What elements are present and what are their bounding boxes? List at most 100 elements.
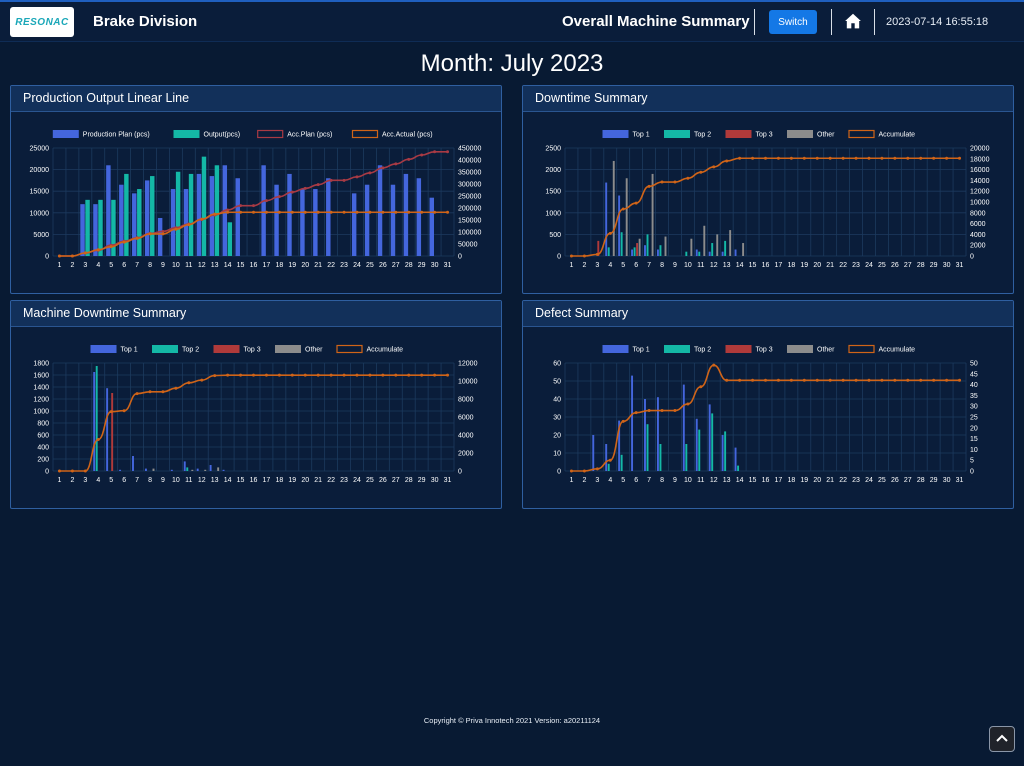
y2-tick-label: 8000: [458, 397, 474, 404]
line-point: [161, 390, 165, 394]
y2-tick-label: 150000: [458, 218, 481, 225]
downtime-summary-panel: Downtime Summary 0 500 1000 1500 2000 2500 0 20…: [522, 85, 1014, 294]
x-tick-label: 28: [405, 262, 413, 269]
bar: [592, 435, 595, 471]
line-point: [789, 156, 793, 160]
x-tick-label: 22: [327, 262, 335, 269]
line-point: [686, 176, 690, 180]
bar: [201, 156, 207, 256]
bar: [98, 199, 103, 256]
line-point: [634, 411, 638, 415]
y-tick-label: 20000: [30, 167, 50, 174]
legend-swatch: [351, 129, 379, 139]
bar: [144, 468, 147, 471]
bar: [721, 251, 724, 256]
x-tick-label: 19: [288, 262, 296, 269]
company-logo[interactable]: RESONAC: [10, 7, 74, 37]
line-point: [634, 201, 638, 205]
y-tick-label: 0: [557, 469, 561, 476]
x-tick-label: 27: [904, 262, 912, 269]
bar: [93, 372, 96, 471]
x-tick-label: 10: [172, 477, 180, 484]
y-tick-label: 1000: [545, 210, 561, 217]
y2-tick-label: 30: [970, 404, 978, 411]
x-tick-label: 21: [314, 477, 322, 484]
x-tick-label: 26: [379, 262, 387, 269]
bar: [708, 251, 711, 256]
line-point: [958, 378, 962, 382]
line-point: [893, 156, 897, 160]
y2-tick-label: 8000: [970, 210, 986, 217]
bar: [106, 165, 111, 256]
x-tick-label: 26: [891, 477, 899, 484]
x-tick-label: 3: [595, 262, 599, 269]
line-point: [433, 150, 437, 154]
line-point: [96, 248, 100, 252]
legend-swatch: [664, 130, 690, 138]
legend-label: Other: [817, 132, 835, 139]
legend-swatch: [257, 129, 284, 139]
line-point: [595, 467, 599, 471]
legend-swatch: [602, 345, 629, 353]
bar: [620, 454, 623, 471]
x-tick-label: 26: [379, 477, 387, 484]
bar: [644, 245, 646, 256]
switch-button[interactable]: Switch: [769, 10, 817, 34]
page-title: Overall Machine Summary: [562, 13, 750, 30]
x-tick-label: 13: [723, 262, 731, 269]
line-point: [686, 402, 690, 406]
x-tick-label: 16: [762, 262, 770, 269]
line-point: [738, 156, 742, 160]
line-point: [673, 180, 677, 184]
x-tick-label: 13: [723, 477, 731, 484]
line-point: [725, 159, 729, 163]
legend-label: Other: [817, 347, 835, 354]
line-point: [148, 390, 152, 394]
x-tick-label: 17: [775, 477, 783, 484]
y-tick-label: 1800: [33, 361, 49, 368]
legend-swatch: [725, 130, 752, 138]
line-point: [368, 171, 372, 175]
line-point: [70, 469, 74, 473]
line-point: [854, 156, 858, 160]
y2-tick-label: 0: [970, 469, 974, 476]
y-tick-label: 10000: [30, 210, 50, 217]
bar: [196, 173, 202, 256]
y2-tick-label: 40: [970, 382, 978, 389]
line-point: [420, 373, 424, 377]
scroll-top-button[interactable]: [989, 726, 1015, 752]
y-tick-label: 800: [37, 421, 49, 428]
x-tick-label: 18: [787, 262, 795, 269]
x-tick-label: 29: [418, 477, 426, 484]
x-tick-label: 13: [211, 262, 219, 269]
line-point: [725, 378, 729, 382]
legend-swatch: [52, 130, 79, 138]
line-point: [738, 378, 742, 382]
bar: [326, 178, 331, 256]
line-point: [751, 156, 755, 160]
bar: [95, 366, 98, 471]
home-icon[interactable]: [844, 12, 862, 30]
y-tick-label: 30: [553, 415, 561, 422]
line-point: [187, 381, 191, 385]
legend-swatch: [725, 345, 752, 353]
x-tick-label: 1: [58, 477, 62, 484]
line-point: [381, 210, 385, 214]
line-point: [355, 175, 359, 179]
line-point: [368, 373, 372, 377]
line-point: [239, 204, 243, 208]
x-tick-label: 30: [431, 262, 439, 269]
x-tick-label: 7: [135, 262, 139, 269]
bar: [170, 469, 173, 471]
line-point: [342, 373, 346, 377]
y2-tick-label: 6000: [970, 221, 986, 228]
line-point: [932, 378, 936, 382]
y2-tick-label: 20: [970, 425, 978, 432]
line-point: [815, 378, 819, 382]
x-tick-label: 22: [839, 262, 847, 269]
x-tick-label: 21: [314, 262, 322, 269]
x-tick-label: 17: [263, 262, 271, 269]
y2-tick-label: 50000: [458, 242, 478, 249]
x-tick-label: 21: [826, 262, 834, 269]
bar: [625, 178, 628, 256]
